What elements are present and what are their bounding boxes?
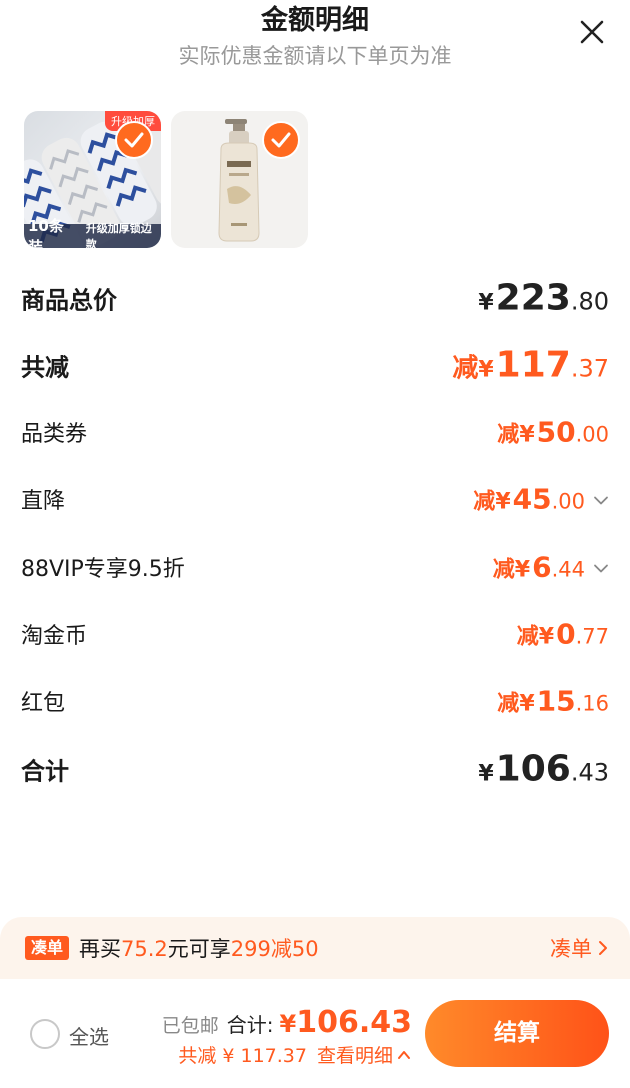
promo-text-a: 再买 xyxy=(79,937,121,961)
row-direct-discount[interactable]: 直降 减 ¥ 45 .00 xyxy=(21,474,609,524)
amount-decimal: .43 xyxy=(570,758,609,787)
row-amount: 减 ¥ 0 .77 xyxy=(517,618,609,651)
discount-prefix: 减 xyxy=(492,557,515,583)
row-label: 商品总价 xyxy=(21,286,117,315)
row-taobao-coins: 淘金币 减 ¥ 0 .77 xyxy=(21,609,609,659)
product-thumb-towels[interactable]: 升级加厚 10条装 升级加厚锁边款 xyxy=(24,111,161,248)
add-on-promo-bar: 凑单 再买75.2元可享299减50 凑单 xyxy=(0,917,630,979)
row-label: 直降 xyxy=(21,489,66,514)
amount-integer: 117 xyxy=(495,344,571,386)
chevron-right-icon xyxy=(599,941,607,955)
currency-symbol: ¥ xyxy=(478,290,494,316)
promo-amount: 75.2 xyxy=(121,937,168,961)
row-category-coupon: 品类券 减 ¥ 50 .00 xyxy=(21,407,609,457)
chevron-up-icon xyxy=(398,1050,410,1059)
chevron-down-icon[interactable] xyxy=(593,561,609,577)
checkout-button[interactable]: 结算 xyxy=(425,1000,609,1067)
amount-integer: 0 xyxy=(556,617,576,651)
amount-integer: 223 xyxy=(495,277,571,319)
free-shipping-label: 已包邮 xyxy=(161,1015,219,1037)
row-grand-total: 合计 ¥ 106 .43 xyxy=(21,744,609,794)
saving-summary: 共减 ¥ 117.37 查看明细 xyxy=(178,1041,412,1068)
row-amount: 减 ¥ 15 .16 xyxy=(497,685,609,718)
close-button[interactable] xyxy=(574,14,610,50)
row-amount: ¥ 106 .43 xyxy=(478,749,609,790)
product-thumb-shampoo[interactable] xyxy=(171,111,308,248)
row-label: 红包 xyxy=(21,691,66,716)
currency-symbol: ¥ xyxy=(519,422,535,448)
row-subtotal: 商品总价 ¥ 223 .80 xyxy=(21,273,609,323)
row-amount: ¥ 223 .80 xyxy=(478,278,609,319)
close-icon xyxy=(580,20,604,44)
row-amount: 减 ¥ 50 .00 xyxy=(497,416,609,449)
amount-decimal: .80 xyxy=(570,287,609,316)
pack-count: 10条装 xyxy=(28,217,64,248)
currency-symbol: ¥ xyxy=(519,691,535,717)
amount-decimal: .00 xyxy=(575,422,609,447)
currency-symbol: ¥ xyxy=(514,557,531,583)
view-details-label: 查看明细 xyxy=(316,1045,393,1067)
row-red-packet: 红包 减 ¥ 15 .16 xyxy=(21,676,609,726)
add-on-link-label: 凑单 xyxy=(550,937,592,961)
amount-decimal: .16 xyxy=(575,691,609,716)
amount-integer: 50 xyxy=(536,415,576,449)
sheet-header: 金额明细 实际优惠金额请以下单页为准 xyxy=(0,0,630,100)
row-amount: 减 ¥ 117 .37 xyxy=(452,345,609,386)
product-checkbox-checked[interactable] xyxy=(115,121,153,159)
currency-symbol: ¥ xyxy=(478,761,494,787)
discount-prefix: 减 xyxy=(473,489,496,515)
discount-prefix: 减 xyxy=(516,624,539,650)
row-amount: 减 ¥ 45 .00 xyxy=(473,483,609,516)
amount-decimal: .37 xyxy=(570,354,609,383)
checkout-bar: 全选 已包邮 合计: ¥ 106.43 共减 ¥ 117.37 查看明细 结算 xyxy=(0,979,630,1088)
page-title: 金额明细 xyxy=(261,5,369,36)
row-label: 88VIP专享9.5折 xyxy=(21,557,185,582)
view-details-link[interactable]: 查看明细 xyxy=(317,1041,412,1068)
total-currency: ¥ xyxy=(279,1010,297,1038)
amount-integer: 106 xyxy=(495,748,571,790)
amount-integer: 15 xyxy=(536,684,576,718)
add-on-link[interactable]: 凑单 xyxy=(550,933,610,963)
row-amount: 减 ¥ 6 .44 xyxy=(493,551,609,584)
check-icon xyxy=(124,132,144,148)
product-checkbox-checked[interactable] xyxy=(262,121,300,159)
discount-prefix: 减 xyxy=(497,691,520,717)
total-summary: 已包邮 合计: ¥ 106.43 xyxy=(162,1005,412,1040)
promo-text: 再买75.2元可享299减50 xyxy=(79,933,319,963)
amount-decimal: .00 xyxy=(551,489,585,514)
row-label: 淘金币 xyxy=(21,624,88,649)
promo-offer: 299减50 xyxy=(230,937,319,961)
row-label: 合计 xyxy=(21,757,69,786)
row-label: 共减 xyxy=(21,353,69,382)
discount-prefix: 减 xyxy=(497,422,520,448)
currency-symbol: ¥ xyxy=(478,357,494,383)
page-subtitle: 实际优惠金额请以下单页为准 xyxy=(178,44,452,68)
amount-integer: 45 xyxy=(512,482,552,516)
total-value: 106.43 xyxy=(296,1005,412,1040)
promo-text-b: 元可享 xyxy=(167,937,231,961)
amount-decimal: .77 xyxy=(575,624,609,649)
chevron-down-icon[interactable] xyxy=(593,493,609,509)
amount-integer: 6 xyxy=(532,550,552,584)
discount-prefix: 减 xyxy=(452,353,479,384)
saved-amount: 共减 ¥ 117.37 xyxy=(178,1045,307,1067)
currency-symbol: ¥ xyxy=(495,489,511,515)
amount-decimal: .44 xyxy=(551,557,585,582)
select-all-label[interactable]: 全选 xyxy=(69,1021,109,1050)
currency-symbol: ¥ xyxy=(538,624,555,650)
check-icon xyxy=(271,132,291,148)
row-total-discount: 共减 减 ¥ 117 .37 xyxy=(21,340,609,390)
promo-tag: 凑单 xyxy=(25,936,70,960)
row-label: 品类券 xyxy=(21,422,88,447)
select-all-radio[interactable] xyxy=(30,1019,60,1049)
total-label: 合计: xyxy=(226,1013,274,1037)
caption-text: 升级加厚锁边款 xyxy=(85,222,152,248)
product-caption: 10条装 升级加厚锁边款 xyxy=(24,217,161,248)
row-vip-discount[interactable]: 88VIP专享9.5折 减 ¥ 6 .44 xyxy=(21,542,609,592)
